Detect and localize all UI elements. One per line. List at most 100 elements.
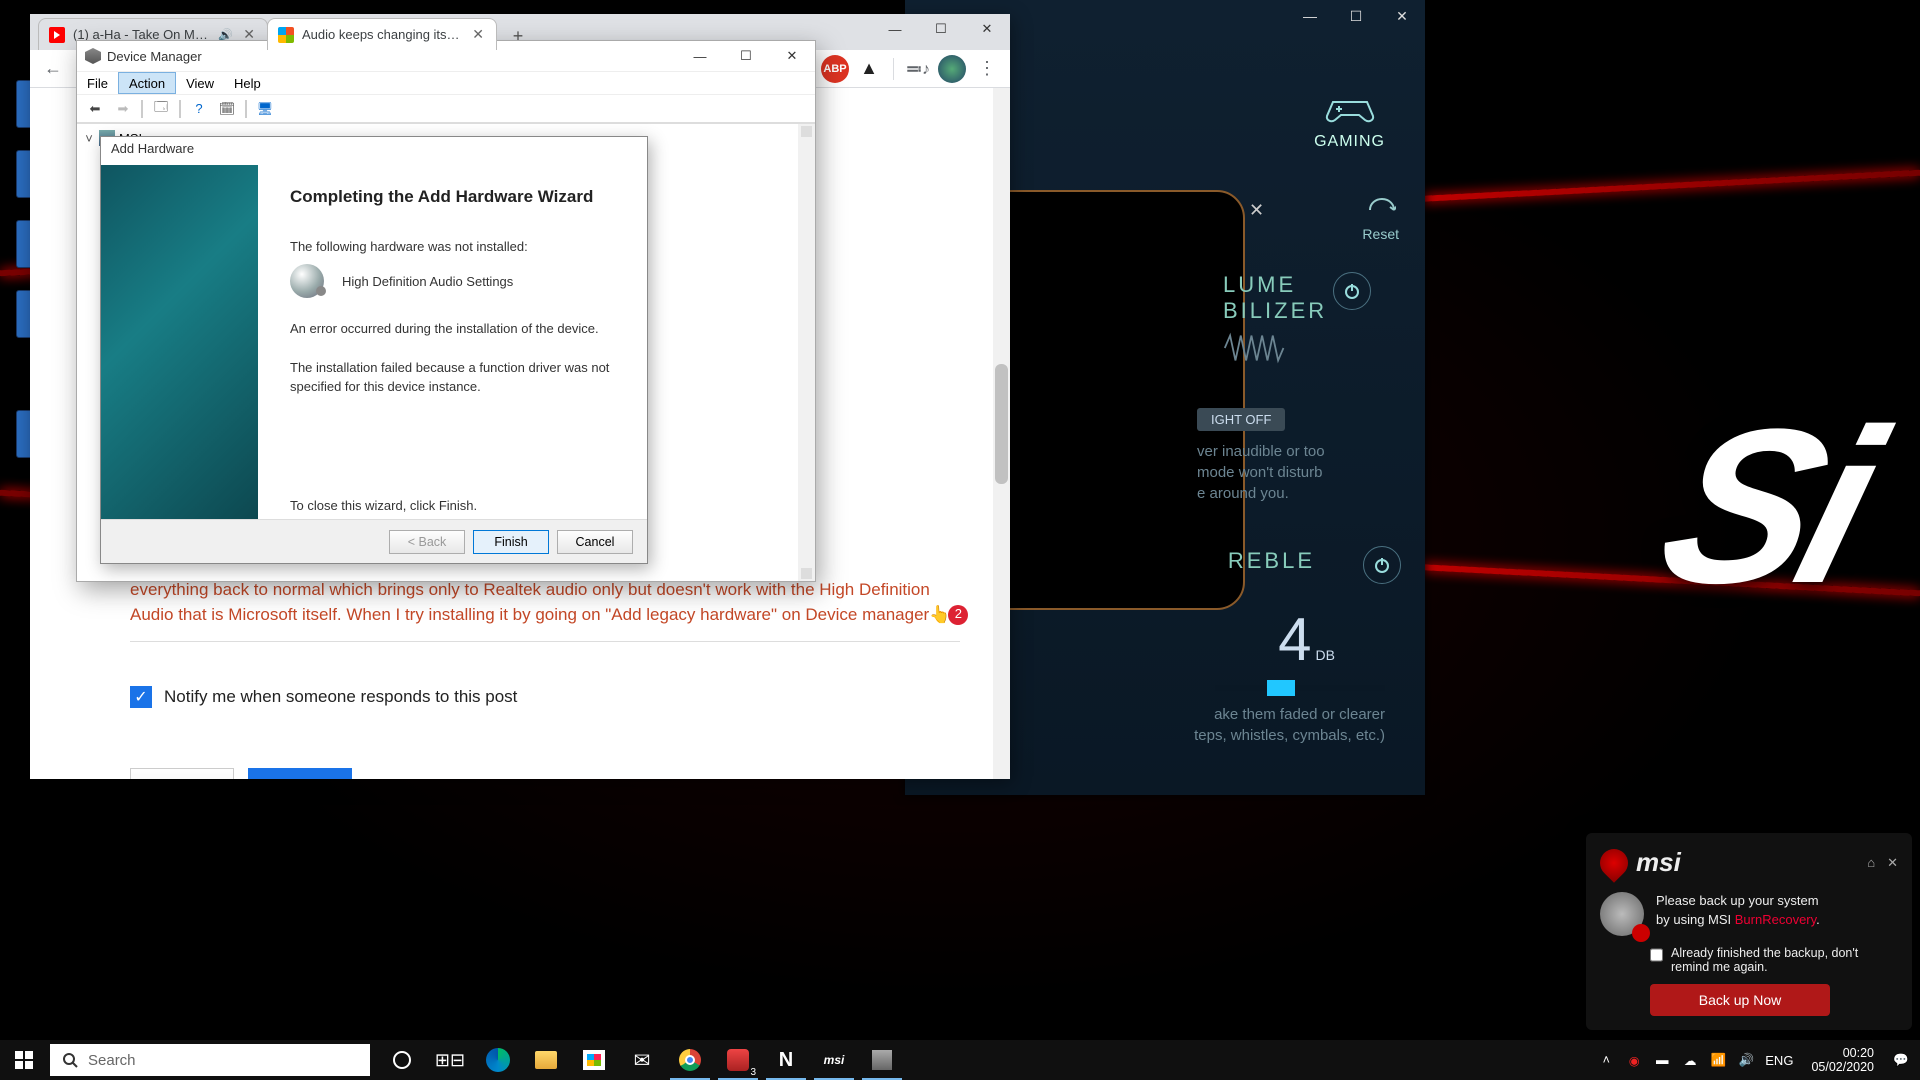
add-hardware-wizard: Add Hardware Completing the Add Hardware… (100, 136, 648, 564)
notify-checkbox-row[interactable]: ✓ Notify me when someone responds to thi… (130, 686, 960, 708)
emoji-reaction[interactable]: 👆2 (929, 603, 950, 628)
profile-avatar[interactable] (938, 55, 966, 83)
tray-msi-icon[interactable]: ◉ (1625, 1051, 1643, 1069)
device-manager-icon (85, 48, 101, 64)
finish-button[interactable]: Finish (473, 530, 549, 554)
checkbox-checked-icon[interactable]: ✓ (130, 686, 152, 708)
tray-clock[interactable]: 00:20 05/02/2020 (1811, 1046, 1874, 1075)
minimize-button[interactable]: — (677, 41, 723, 71)
taskbar-app-devmgr[interactable] (858, 1040, 906, 1080)
error-detail-text: The installation failed because a functi… (290, 359, 610, 397)
error-text: An error occurred during the installatio… (290, 320, 610, 339)
power-toggle[interactable] (1363, 546, 1401, 584)
close-button[interactable]: ✕ (964, 14, 1010, 44)
search-icon (62, 1052, 78, 1068)
taskbar-app-nahimic[interactable]: N (762, 1040, 810, 1080)
msi-logo: msi (1600, 847, 1681, 878)
shield-icon (1594, 843, 1634, 883)
minimize-button[interactable]: — (1287, 0, 1333, 32)
night-mode-chip[interactable]: IGHT OFF (1197, 408, 1285, 431)
minimize-button[interactable]: — (872, 14, 918, 44)
menu-action[interactable]: Action (118, 72, 176, 94)
close-icon[interactable]: ✕ (1249, 200, 1271, 222)
tab-gaming-label: GAMING (1314, 133, 1385, 151)
close-button[interactable]: ✕ (769, 41, 815, 71)
close-button[interactable]: ✕ (1379, 0, 1425, 32)
menu-help[interactable]: Help (224, 72, 271, 94)
taskbar: Search ⊞⊟ ✉ 3 N msi ˄ ◉ ▬ ☁ 📶 🔊 ENG 00:2… (0, 1040, 1920, 1080)
submit-button[interactable]: Submit (248, 768, 352, 779)
wizard-hint-text: To close this wizard, click Finish. (290, 498, 477, 513)
browser-tab[interactable]: Audio keeps changing its volume ✕ (267, 18, 497, 50)
add-hardware-icon[interactable]: 🖥 (253, 98, 277, 120)
properties-icon[interactable]: 🗔 (149, 98, 173, 120)
back-button[interactable]: ← (38, 54, 68, 84)
burnrecovery-notification: msi ⌂ ✕ Please back up your system by us… (1586, 833, 1912, 1030)
extension-icon[interactable]: ▲ (855, 55, 883, 83)
backup-now-button[interactable]: Back up Now (1650, 984, 1830, 1016)
taskbar-app-chrome[interactable] (666, 1040, 714, 1080)
start-button[interactable] (0, 1040, 48, 1080)
forward-icon[interactable]: ➡ (111, 98, 135, 120)
microsoft-icon (278, 27, 294, 43)
close-icon[interactable]: ✕ (1887, 855, 1898, 871)
reset-button[interactable]: Reset (1362, 196, 1399, 242)
back-button: < Back (389, 530, 465, 554)
media-control-icon[interactable]: ≕♪ (904, 55, 932, 83)
taskbar-app-store[interactable] (570, 1040, 618, 1080)
tray-battery-icon[interactable]: ▬ (1653, 1051, 1671, 1069)
waveform-icon (1223, 330, 1303, 366)
back-icon[interactable]: ⬅ (83, 98, 107, 120)
treble-value: 4DB (1278, 605, 1335, 674)
checkbox-input[interactable] (1650, 948, 1663, 962)
post-body-text: everything back to normal which brings o… (130, 578, 960, 627)
notification-text: Please back up your system by using MSI … (1656, 892, 1898, 930)
task-view-button[interactable]: ⊞⊟ (426, 1040, 474, 1080)
menu-file[interactable]: File (77, 72, 118, 94)
scrollbar[interactable] (993, 88, 1010, 779)
taskbar-search[interactable]: Search (50, 1044, 370, 1076)
maximize-button[interactable]: ☐ (723, 41, 769, 71)
maximize-button[interactable]: ☐ (1333, 0, 1379, 32)
gamepad-icon (1325, 90, 1375, 124)
taskbar-app-snip[interactable]: 3 (714, 1040, 762, 1080)
dialog-title[interactable]: Add Hardware (101, 137, 647, 165)
menu-button[interactable]: ⋮ (972, 54, 1002, 84)
taskbar-app-msi[interactable]: msi (810, 1040, 858, 1080)
cancel-button[interactable]: Cancel (130, 768, 234, 779)
windows-logo-icon (15, 1051, 33, 1069)
tray-wifi-icon[interactable]: 📶 (1709, 1051, 1727, 1069)
collapse-icon[interactable]: ˅ (83, 131, 95, 146)
window-title: Device Manager (107, 49, 202, 64)
tray-language[interactable]: ENG (1765, 1053, 1793, 1068)
taskbar-app-edge[interactable] (474, 1040, 522, 1080)
menu-bar: File Action View Help (77, 71, 815, 95)
taskbar-app-explorer[interactable] (522, 1040, 570, 1080)
tray-overflow-icon[interactable]: ˄ (1597, 1051, 1615, 1069)
wizard-sidebar-graphic (101, 165, 258, 519)
help-icon[interactable]: ? (187, 98, 211, 120)
cortana-button[interactable] (378, 1040, 426, 1080)
maximize-button[interactable]: ☐ (918, 14, 964, 44)
tab-gaming[interactable]: GAMING (1314, 90, 1385, 151)
scrollbar[interactable] (798, 124, 815, 581)
separator (141, 100, 143, 118)
scan-icon[interactable]: 🗓 (215, 98, 239, 120)
separator (893, 58, 894, 80)
toolbar: ⬅ ➡ 🗔 ? 🗓 🖥 (77, 95, 815, 123)
dont-remind-checkbox[interactable]: Already finished the backup, don't remin… (1650, 946, 1898, 974)
action-center-icon[interactable]: 💬 (1892, 1051, 1910, 1069)
home-icon[interactable]: ⌂ (1867, 855, 1875, 871)
youtube-icon (49, 27, 65, 43)
cancel-button[interactable]: Cancel (557, 530, 633, 554)
menu-view[interactable]: View (176, 72, 224, 94)
close-tab-icon[interactable]: ✕ (470, 26, 486, 43)
tray-onedrive-icon[interactable]: ☁ (1681, 1051, 1699, 1069)
speaker-icon (290, 264, 324, 298)
night-mode-desc: ver inaudible or too mode won't disturb … (1197, 441, 1367, 504)
treble-slider[interactable] (1215, 685, 1385, 691)
adblock-icon[interactable]: ABP (821, 55, 849, 83)
power-toggle[interactable] (1333, 272, 1371, 310)
tray-volume-icon[interactable]: 🔊 (1737, 1051, 1755, 1069)
taskbar-app-mail[interactable]: ✉ (618, 1040, 666, 1080)
